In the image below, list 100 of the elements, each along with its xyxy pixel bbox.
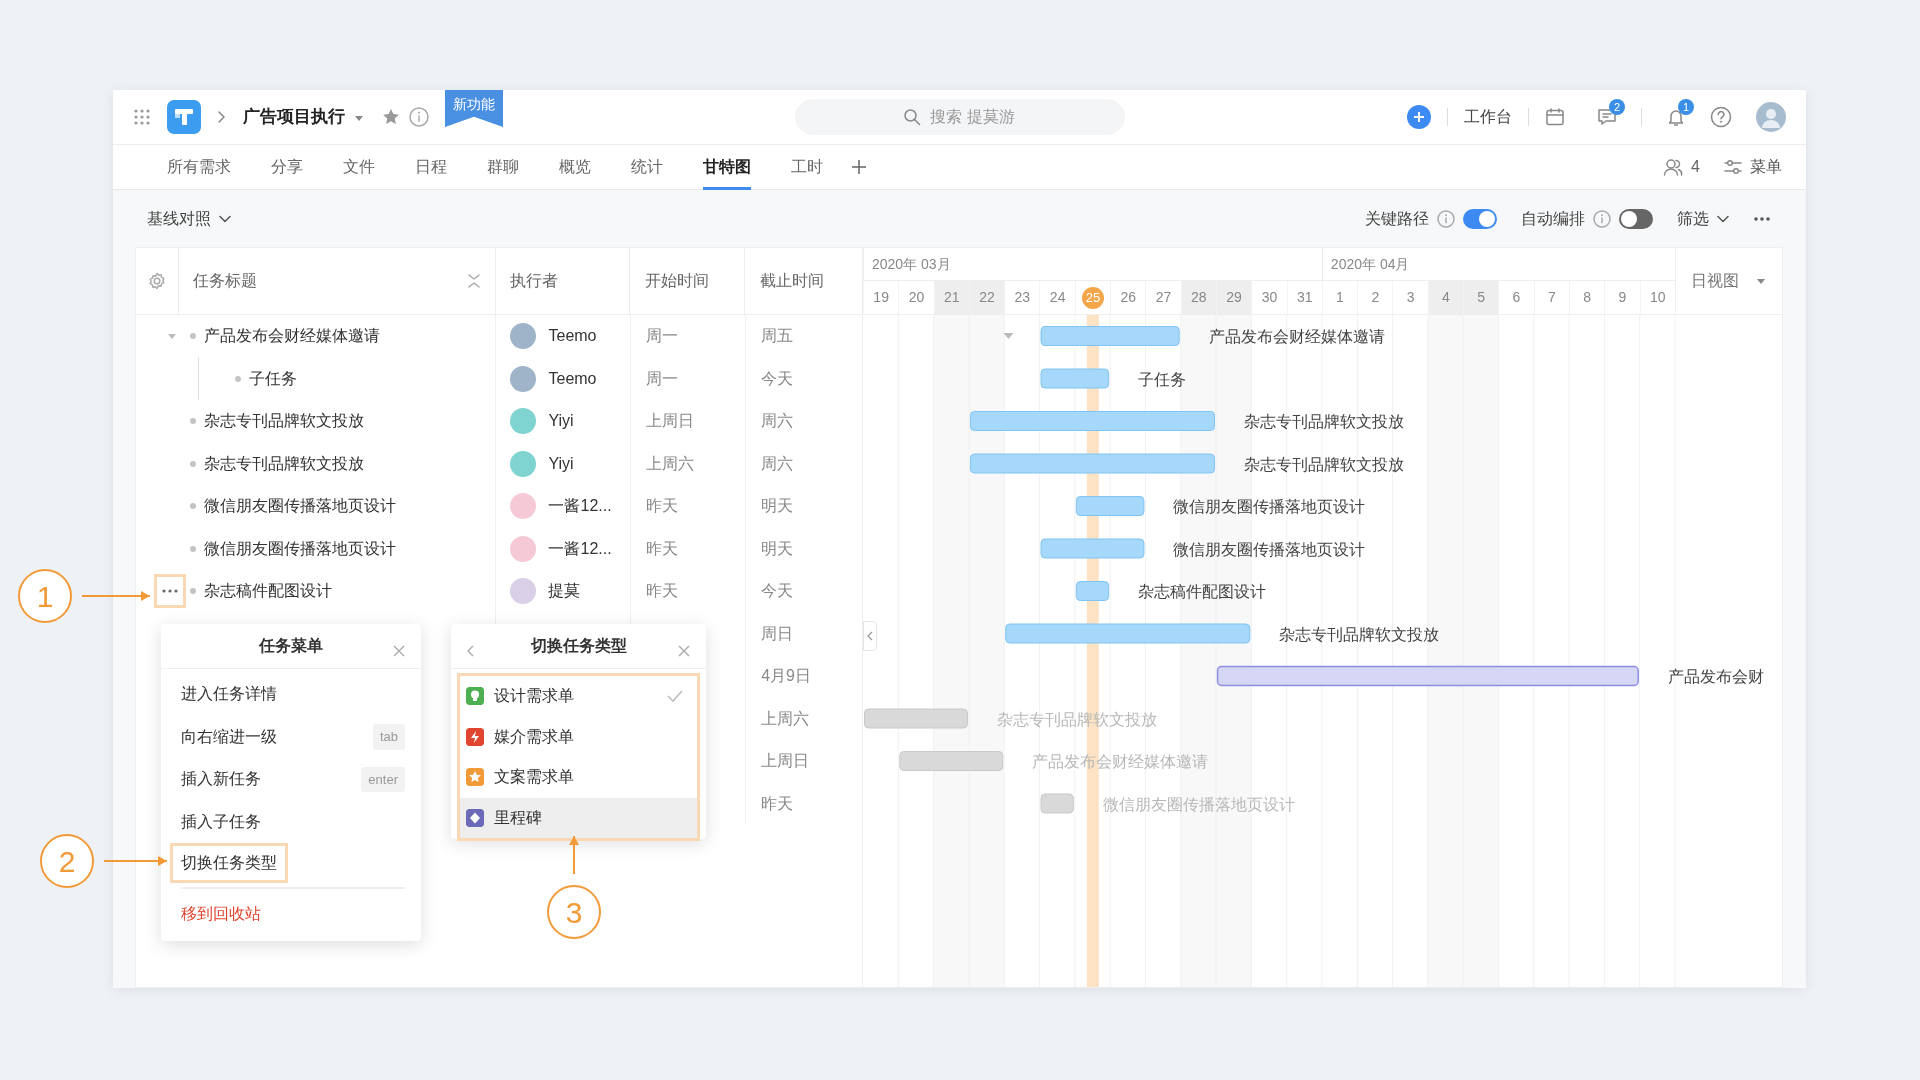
menu-button[interactable]: 菜单 xyxy=(1750,155,1782,179)
tab[interactable]: 工时 xyxy=(791,144,823,190)
task-type-option[interactable]: 里程碑 xyxy=(460,797,697,838)
menu-item[interactable]: 插入子任务 xyxy=(161,800,421,843)
task-bar[interactable] xyxy=(1040,538,1145,559)
toggle-switch[interactable] xyxy=(1619,208,1653,229)
task-bar[interactable] xyxy=(1040,793,1074,814)
start-date: 上周日 xyxy=(646,411,695,432)
bar-label: 产品发布会财 xyxy=(1667,668,1764,685)
due-date: 今天 xyxy=(761,581,794,602)
tab[interactable]: 文件 xyxy=(343,144,375,190)
month-label: 2020年 04月 xyxy=(1330,254,1410,274)
app-logo[interactable] xyxy=(167,100,201,134)
add-tab-icon[interactable] xyxy=(851,159,867,175)
members-icon[interactable] xyxy=(1663,157,1684,177)
filter-dropdown[interactable]: 筛选 xyxy=(1677,206,1729,231)
start-date: 上周六 xyxy=(646,453,695,474)
toggle-switch[interactable] xyxy=(1463,208,1497,229)
chevron-left-icon xyxy=(867,631,873,641)
bar-label: 杂志专刊品牌软文投放 xyxy=(996,710,1157,728)
menu-item[interactable]: 移到回收站 xyxy=(161,893,421,936)
tab[interactable]: 所有需求 xyxy=(167,144,231,190)
more-icon xyxy=(162,589,178,594)
task-title[interactable]: 杂志专刊品牌软文投放 xyxy=(204,451,364,476)
help-icon[interactable] xyxy=(1710,106,1732,128)
menu-item[interactable]: 切换任务类型 xyxy=(170,843,288,883)
start-date: 昨天 xyxy=(646,496,679,517)
more-icon[interactable] xyxy=(1753,215,1771,222)
task-title[interactable]: 产品发布会财经媒体邀请 xyxy=(204,324,380,349)
column-header: 开始时间 xyxy=(645,271,710,291)
caret-down-icon[interactable] xyxy=(1003,333,1014,339)
workbench-link[interactable]: 工作台 xyxy=(1464,105,1512,129)
avatar[interactable] xyxy=(1756,102,1786,132)
more-button[interactable] xyxy=(154,574,186,609)
day-label: 21 xyxy=(934,281,969,314)
task-title[interactable]: 杂志稿件配图设计 xyxy=(204,579,332,604)
due-date: 上周日 xyxy=(761,751,810,772)
assignee-name: 提莫 xyxy=(548,581,581,602)
start-date: 周一 xyxy=(646,326,679,347)
day-label: 4 xyxy=(1428,281,1464,314)
menu-item[interactable]: 进入任务详情 xyxy=(161,673,421,716)
task-title[interactable]: 微信朋友圈传播落地页设计 xyxy=(204,494,396,519)
baseline-dropdown[interactable]: 基线对照 xyxy=(147,206,231,231)
task-bar[interactable] xyxy=(1005,623,1251,644)
task-bar[interactable] xyxy=(969,411,1216,431)
app-grid-icon[interactable] xyxy=(133,108,151,126)
tab[interactable]: 群聊 xyxy=(487,144,519,190)
unread-count: 2 xyxy=(1609,99,1625,115)
collapse-icon[interactable] xyxy=(466,273,481,289)
settings-icon[interactable] xyxy=(147,272,166,290)
info-icon[interactable] xyxy=(1437,209,1455,228)
day-label: 22 xyxy=(969,281,1005,314)
task-bar[interactable] xyxy=(1075,581,1110,601)
task-title[interactable]: 子任务 xyxy=(249,366,297,391)
calendar-icon[interactable] xyxy=(1545,107,1565,127)
notification-count: 1 xyxy=(1678,99,1694,115)
star-icon[interactable] xyxy=(381,107,401,127)
bullet-dot xyxy=(190,545,196,552)
search-icon xyxy=(902,108,921,126)
add-button-icon[interactable] xyxy=(1407,105,1431,129)
menu-item[interactable]: 向右缩进一级 tab xyxy=(161,715,421,758)
bar-label: 杂志稿件配图设计 xyxy=(1138,583,1267,600)
task-bar[interactable] xyxy=(1216,665,1639,687)
task-bar[interactable] xyxy=(1040,368,1110,389)
info-icon[interactable] xyxy=(409,107,429,127)
assignee-name: Yiyi xyxy=(548,411,574,432)
column-header: 任务标题 xyxy=(192,271,257,291)
due-date: 今天 xyxy=(761,368,794,389)
task-bar[interactable] xyxy=(864,708,968,729)
sliders-icon[interactable] xyxy=(1724,158,1742,176)
bar-label: 杂志专刊品牌软文投放 xyxy=(1244,455,1405,473)
info-icon[interactable] xyxy=(1593,209,1611,228)
toggle-label: 关键路径 xyxy=(1365,208,1429,229)
collapse-handle[interactable] xyxy=(863,621,877,651)
tab[interactable]: 统计 xyxy=(631,144,663,190)
start-date: 周一 xyxy=(646,368,679,389)
tab[interactable]: 日程 xyxy=(415,144,447,190)
bullet-dot xyxy=(190,460,196,467)
view-dropdown[interactable]: 日视图 xyxy=(1690,269,1767,293)
task-bar[interactable] xyxy=(1075,496,1145,516)
task-title[interactable]: 微信朋友圈传播落地页设计 xyxy=(204,536,396,561)
bar-label: 微信朋友圈传播落地页设计 xyxy=(1102,795,1295,813)
task-bar[interactable] xyxy=(899,751,1004,771)
tab[interactable]: 分享 xyxy=(271,144,303,190)
task-title[interactable]: 杂志专刊品牌软文投放 xyxy=(204,409,364,434)
due-date: 明天 xyxy=(761,496,794,517)
search-field[interactable]: 搜索 提莫游 xyxy=(794,99,1125,135)
toggle-label: 自动编排 xyxy=(1521,208,1585,229)
menu-title: 切换任务类型 xyxy=(530,636,627,656)
month-label: 2020年 03月 xyxy=(872,254,951,274)
menu-item[interactable]: 插入新任务 enter xyxy=(161,758,421,801)
task-bar[interactable] xyxy=(969,453,1216,474)
task-bar[interactable] xyxy=(1040,326,1180,346)
tab[interactable]: 概览 xyxy=(559,144,591,190)
assignee-name: Yiyi xyxy=(548,453,574,474)
assignee-name: 一酱12... xyxy=(548,538,612,559)
bell-icon[interactable] xyxy=(1666,107,1686,127)
chevron-right-icon xyxy=(217,110,227,124)
project-title[interactable]: 广告项目执行 xyxy=(243,104,365,130)
day-label: 28 xyxy=(1181,281,1216,314)
